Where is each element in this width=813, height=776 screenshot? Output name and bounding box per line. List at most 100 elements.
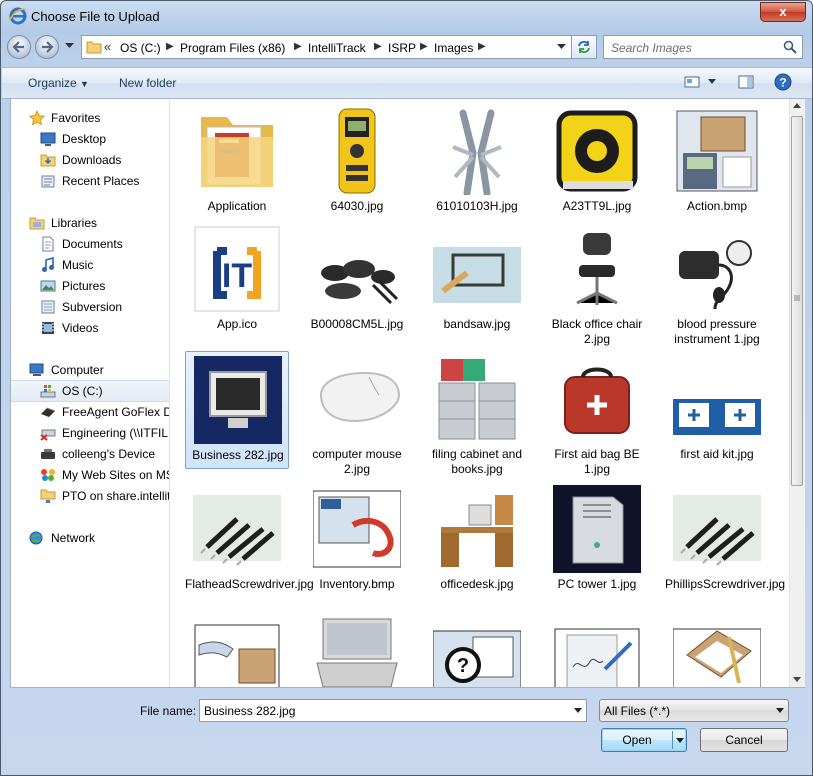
scroll-up-arrow-icon[interactable] [793, 103, 801, 108]
music-icon [42, 257, 54, 272]
file-item-blood-pressure-instrument-1-jpg[interactable]: blood pressure instrument 1.jpg [665, 221, 769, 346]
new-folder-button[interactable]: New folder [119, 76, 176, 90]
open-button-label: Open [622, 733, 652, 747]
star-icon [29, 110, 45, 126]
file-item-app-ico[interactable]: IT App.ico [185, 221, 289, 339]
breadcrumb-separator[interactable]: ▶ [294, 41, 302, 52]
file-item-application[interactable]: Application [185, 103, 289, 221]
cookware-icon [313, 225, 401, 313]
chevron-down-icon[interactable] [574, 708, 582, 713]
sidebar-item-os-c[interactable]: OS (C:) [11, 380, 169, 402]
breadcrumb-images[interactable]: Images [434, 41, 473, 55]
file-item-phillipsscrewdriver-jpg[interactable]: PhillipsScrewdriver.jpg [665, 481, 785, 599]
breadcrumb[interactable]: « OS (C:) ▶ Program Files (x86) ▶ Intell… [81, 35, 573, 59]
action-icon [673, 107, 761, 195]
sidebar-item-favorites[interactable]: Favorites [11, 108, 169, 128]
file-item-filing-cabinet-and-books-jpg[interactable]: filing cabinet and books.jpg [425, 351, 529, 476]
breadcrumb-separator[interactable]: ▶ [420, 41, 428, 52]
file-item-bandsaw-jpg[interactable]: bandsaw.jpg [425, 221, 529, 339]
sidebar-item-network[interactable]: Network [11, 528, 169, 548]
office-chair-icon [553, 225, 641, 313]
file-item-64030-jpg[interactable]: 64030.jpg [305, 103, 409, 221]
sidebar-item-music[interactable]: Music [11, 255, 169, 275]
recent-pages-chevron-icon[interactable] [65, 43, 74, 49]
change-view-icon[interactable] [684, 74, 700, 90]
file-item-officedesk-jpg[interactable]: officedesk.jpg [425, 481, 529, 599]
file-item-61010103h-jpg[interactable]: 61010103H.jpg [425, 103, 529, 221]
refresh-button[interactable] [571, 35, 597, 59]
svg-text:?: ? [457, 655, 469, 677]
file-item[interactable] [185, 611, 289, 687]
computer-icon [29, 363, 44, 376]
view-options-chevron-icon[interactable] [708, 79, 716, 84]
sidebar-item-device[interactable]: colleeng's Device [11, 444, 169, 464]
monitor-icon [194, 356, 282, 444]
file-item-a23tt9l-jpg[interactable]: A23TT9L.jpg [545, 103, 649, 221]
file-name-value: Business 282.jpg [204, 704, 296, 718]
sidebar-item-recent-places[interactable]: Recent Places [11, 171, 169, 191]
file-item[interactable] [305, 611, 409, 687]
sidebar-item-freeagent[interactable]: FreeAgent GoFlex Dr [11, 402, 169, 422]
breadcrumb-separator[interactable]: ▶ [374, 41, 382, 52]
file-name: filing cabinet and books.jpg [431, 447, 523, 476]
sidebar-item-videos[interactable]: Videos [11, 318, 169, 338]
file-item-black-office-chair-2-jpg[interactable]: Black office chair 2.jpg [545, 221, 649, 346]
file-item-pc-tower-1-jpg[interactable]: PC tower 1.jpg [545, 481, 649, 599]
sidebar-item-downloads[interactable]: Downloads [11, 150, 169, 170]
breadcrumb-separator[interactable]: ▶ [478, 41, 486, 52]
breadcrumb-program-files[interactable]: Program Files (x86) [180, 41, 285, 55]
file-item-flatheadscrewdriver-jpg[interactable]: FlatheadScrewdriver.jpg [185, 481, 314, 599]
file-item-computer-mouse-2-jpg[interactable]: computer mouse 2.jpg [305, 351, 409, 476]
content-area: Favorites Desktop Downloads Recent Place… [10, 98, 805, 688]
organize-button[interactable]: Organize ▼ [28, 76, 89, 90]
sidebar-item-desktop[interactable]: Desktop [11, 129, 169, 149]
signature-icon [553, 615, 641, 687]
sidebar-item-label: Pictures [62, 279, 106, 293]
file-item-b00008cm5l-jpg[interactable]: B00008CM5L.jpg [305, 221, 409, 339]
breadcrumb-overflow[interactable]: « [104, 39, 111, 54]
disconnected-network-drive-icon [40, 429, 56, 441]
file-type-select[interactable]: All Files (*.*) [599, 699, 789, 722]
file-item[interactable] [545, 611, 649, 687]
sidebar-item-libraries[interactable]: Libraries [11, 213, 169, 233]
open-button[interactable]: Open [601, 728, 687, 752]
file-item-action-bmp[interactable]: Action.bmp [665, 103, 769, 221]
first-aid-bag-icon [553, 355, 641, 443]
file-name-input[interactable]: Business 282.jpg [199, 699, 587, 722]
breadcrumb-isrp[interactable]: ISRP [388, 41, 416, 55]
scrollbar-thumb[interactable] [791, 116, 803, 486]
cancel-button[interactable]: Cancel [700, 728, 788, 752]
file-item[interactable]: ? [425, 611, 529, 687]
file-item-first-aid-bag-be-1-jpg[interactable]: First aid bag BE 1.jpg [545, 351, 649, 476]
breadcrumb-separator[interactable]: ▶ [166, 41, 174, 52]
file-item-business-282-jpg[interactable]: Business 282.jpg [185, 351, 289, 469]
sidebar-item-computer[interactable]: Computer [11, 360, 169, 380]
breadcrumb-intellitrack[interactable]: IntelliTrack [308, 41, 366, 55]
search-input[interactable]: Search Images [603, 35, 803, 59]
preview-pane-icon[interactable] [738, 74, 754, 90]
address-dropdown-icon[interactable] [557, 44, 566, 50]
open-options-chevron-icon[interactable] [676, 738, 684, 743]
scroll-down-arrow-icon[interactable] [793, 677, 801, 682]
file-name: computer mouse 2.jpg [312, 447, 402, 476]
sidebar-item-label: Downloads [62, 153, 122, 167]
file-name: blood pressure instrument 1.jpg [674, 317, 760, 346]
sidebar-item-pto-share[interactable]: PTO on share.intellit [11, 486, 169, 506]
back-button[interactable] [7, 35, 31, 59]
search-icon[interactable] [783, 40, 797, 54]
file-item-inventory-bmp[interactable]: Inventory.bmp [305, 481, 409, 599]
sidebar-item-my-web-sites[interactable]: My Web Sites on MS [11, 465, 169, 485]
sidebar-item-subversion[interactable]: Subversion [11, 297, 169, 317]
breadcrumb-os-c[interactable]: OS (C:) [120, 41, 161, 55]
sidebar-item-engineering[interactable]: Engineering (\\ITFIL [11, 423, 169, 443]
file-item[interactable] [665, 611, 769, 687]
sidebar-item-documents[interactable]: Documents [11, 234, 169, 254]
close-button[interactable]: x [760, 2, 806, 22]
vertical-scrollbar[interactable] [789, 99, 805, 687]
sidebar-item-pictures[interactable]: Pictures [11, 276, 169, 296]
forward-button[interactable] [35, 35, 59, 59]
file-item-first-aid-kit-jpg[interactable]: first aid kit.jpg [665, 351, 769, 469]
pc-tower-icon [553, 485, 641, 573]
help-icon[interactable]: ? [774, 73, 792, 91]
file-dialog: Choose File to Upload x « OS (C:) ▶ Prog… [0, 0, 813, 776]
